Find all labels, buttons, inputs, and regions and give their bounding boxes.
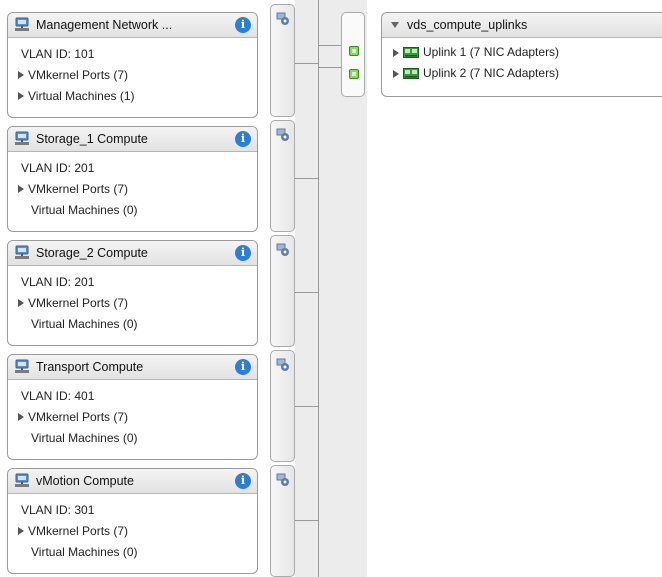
expand-arrow-icon — [18, 71, 24, 79]
network-portgroup-icon — [15, 473, 29, 487]
vlan-id-label: VLAN ID: 301 — [21, 503, 95, 517]
virtual-machines-label: Virtual Machines (1) — [28, 89, 135, 103]
info-icon[interactable]: i — [235, 17, 251, 33]
port-group-card-transport[interactable]: Transport Compute i VLAN ID: 401 VMkerne… — [7, 354, 258, 460]
connector-line — [295, 292, 318, 293]
expand-arrow-icon — [18, 299, 24, 307]
port-group-card-vmotion[interactable]: vMotion Compute i VLAN ID: 301 VMkernel … — [7, 468, 258, 574]
port-settings-icon — [276, 473, 289, 486]
virtual-machines-text: Virtual Machines (0) — [31, 317, 138, 331]
virtual-machines-expander[interactable]: Virtual Machines (1) — [8, 86, 257, 107]
expand-arrow-icon — [18, 527, 24, 535]
port-group-card-storage-2[interactable]: Storage_2 Compute i VLAN ID: 201 VMkerne… — [7, 240, 258, 346]
port-group-title: vMotion Compute — [36, 474, 134, 488]
port-group-card-management[interactable]: Management Network ... i VLAN ID: 101 VM… — [7, 12, 258, 118]
connector-line — [295, 520, 318, 521]
connector-line — [318, 67, 342, 68]
port-column-3[interactable] — [270, 235, 295, 347]
info-icon[interactable]: i — [235, 473, 251, 489]
collapse-arrow-icon[interactable] — [391, 22, 399, 28]
expand-arrow-icon[interactable] — [393, 48, 399, 57]
connector-line — [318, 45, 342, 46]
info-icon[interactable]: i — [235, 359, 251, 375]
expand-arrow-icon — [18, 413, 24, 421]
port-group-title: Storage_2 Compute — [36, 246, 148, 260]
port-settings-icon — [276, 243, 289, 256]
port-column-4[interactable] — [270, 350, 295, 462]
expand-arrow-icon[interactable] — [393, 69, 399, 78]
port-group-header[interactable]: Storage_2 Compute i — [8, 241, 257, 266]
port-group-title: Storage_1 Compute — [36, 132, 148, 146]
virtual-machines-text: Virtual Machines (0) — [31, 431, 138, 445]
network-portgroup-icon — [15, 245, 29, 259]
green-port-icon[interactable] — [349, 69, 359, 79]
uplink-label: Uplink 2 (7 NIC Adapters) — [423, 66, 560, 80]
virtual-machines-label: Virtual Machines (0) — [8, 314, 257, 335]
connector-line — [295, 178, 318, 179]
info-icon[interactable]: i — [235, 245, 251, 261]
port-group-card-storage-1[interactable]: Storage_1 Compute i VLAN ID: 201 VMkerne… — [7, 126, 258, 232]
port-group-title: Management Network ... — [36, 18, 173, 32]
vmkernel-ports-label: VMkernel Ports (7) — [28, 182, 129, 196]
network-portgroup-icon — [15, 17, 29, 31]
uplink-item[interactable]: Uplink 2 (7 NIC Adapters) — [382, 63, 662, 84]
nic-adapter-icon — [403, 47, 419, 58]
uplink-item[interactable]: Uplink 1 (7 NIC Adapters) — [382, 42, 662, 63]
vlan-id-label: VLAN ID: 101 — [21, 47, 95, 61]
expand-arrow-icon — [18, 92, 24, 100]
virtual-machines-text: Virtual Machines (0) — [31, 203, 138, 217]
uplinks-panel[interactable]: vds_compute_uplinks i Uplink 1 (7 NIC Ad… — [381, 12, 662, 97]
uplinks-header[interactable]: vds_compute_uplinks i — [382, 13, 662, 38]
nic-adapter-icon — [403, 68, 419, 79]
port-settings-icon — [276, 358, 289, 371]
expand-arrow-icon — [18, 185, 24, 193]
virtual-machines-text: Virtual Machines (0) — [31, 545, 138, 559]
port-group-header[interactable]: Storage_1 Compute i — [8, 127, 257, 152]
vlan-id-label: VLAN ID: 201 — [21, 275, 95, 289]
vmkernel-ports-label: VMkernel Ports (7) — [28, 524, 129, 538]
vmkernel-ports-label: VMkernel Ports (7) — [28, 68, 129, 82]
vmkernel-ports-label: VMkernel Ports (7) — [28, 296, 129, 310]
port-group-title: Transport Compute — [36, 360, 144, 374]
port-settings-icon — [276, 12, 289, 25]
green-port-icon[interactable] — [349, 46, 359, 56]
vmkernel-ports-expander[interactable]: VMkernel Ports (7) — [8, 293, 257, 314]
info-icon[interactable]: i — [235, 131, 251, 147]
port-settings-icon — [276, 128, 289, 141]
connector-line — [295, 63, 318, 64]
virtual-machines-label: Virtual Machines (0) — [8, 542, 257, 563]
vmkernel-ports-expander[interactable]: VMkernel Ports (7) — [8, 65, 257, 86]
port-group-header[interactable]: vMotion Compute i — [8, 469, 257, 494]
switch-trunk-line — [318, 0, 319, 577]
network-portgroup-icon — [15, 359, 29, 373]
network-portgroup-icon — [15, 131, 29, 145]
connector-line — [295, 406, 318, 407]
port-column-5[interactable] — [270, 465, 295, 577]
vlan-id-label: VLAN ID: 401 — [21, 389, 95, 403]
uplink-port-box — [341, 12, 365, 97]
vmkernel-ports-label: VMkernel Ports (7) — [28, 410, 129, 424]
virtual-machines-label: Virtual Machines (0) — [8, 200, 257, 221]
port-group-header[interactable]: Management Network ... i — [8, 13, 257, 38]
port-group-header[interactable]: Transport Compute i — [8, 355, 257, 380]
vlan-id-label: VLAN ID: 201 — [21, 161, 95, 175]
vmkernel-ports-expander[interactable]: VMkernel Ports (7) — [8, 521, 257, 542]
port-column-1[interactable] — [270, 4, 295, 117]
uplinks-title: vds_compute_uplinks — [407, 18, 528, 32]
virtual-machines-label: Virtual Machines (0) — [8, 428, 257, 449]
port-column-2[interactable] — [270, 120, 295, 232]
uplink-label: Uplink 1 (7 NIC Adapters) — [423, 45, 560, 59]
vmkernel-ports-expander[interactable]: VMkernel Ports (7) — [8, 179, 257, 200]
vmkernel-ports-expander[interactable]: VMkernel Ports (7) — [8, 407, 257, 428]
